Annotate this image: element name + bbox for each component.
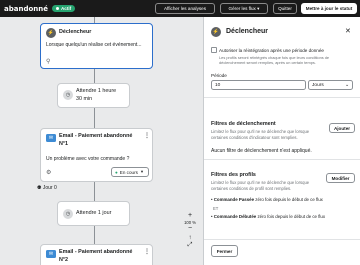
trigger-filters-title: Filtres de déclenchement (211, 121, 276, 127)
zoom-controls: + 100 % − ↑ ⤢ (183, 212, 197, 262)
trigger-card-text: Lorsque quelqu'un réalise cet événement.… (46, 42, 142, 48)
clock-icon: ◷ (63, 209, 73, 219)
close-button[interactable]: Fermer (211, 245, 238, 257)
quit-label: Quitter (278, 6, 292, 11)
status-badge: Actif (51, 5, 76, 12)
filter-icon: ⚲ (46, 59, 51, 65)
more-actions-icon[interactable]: ⋮ (144, 132, 150, 139)
edit-profile-filters-label: Modifier (331, 175, 350, 181)
update-status-label: Mettre à jour le statut (305, 6, 353, 11)
chevron-down-icon: ▾ (140, 169, 144, 174)
zoom-in-icon[interactable]: + (183, 212, 197, 219)
divider (204, 159, 360, 160)
more-actions-icon[interactable]: ⋮ (144, 248, 150, 255)
period-input[interactable]: 10 (211, 80, 306, 90)
close-button-label: Fermer (216, 248, 233, 254)
wait-card-line2: 30 min (76, 96, 93, 102)
email-icon: ✉ (46, 134, 56, 142)
period-unit-select[interactable]: Jours ⌄ (308, 80, 353, 90)
period-label: Période (211, 73, 227, 78)
add-filter-button[interactable]: Ajouter (329, 123, 355, 133)
email-card-subtitle: N°2 (59, 257, 69, 263)
wait-card[interactable]: ◷ Attendre 1 jour (57, 201, 130, 226)
email-card-subject: Un problème avec votre commande ? (46, 156, 130, 162)
status-dot-icon: ● (115, 169, 118, 175)
email-card-title: Email - Paiement abandonné (59, 249, 133, 255)
email-card-subtitle: N°1 (59, 141, 69, 147)
reentry-help: Les profils seront réintégrés chaque foi… (219, 55, 330, 65)
trigger-bolt-icon: ⚡ (211, 27, 221, 37)
connector-line (94, 226, 95, 244)
profile-rule: • Commande Passée zéro fois depuis le dé… (211, 197, 323, 202)
show-analytics-button[interactable]: Afficher les analyses (155, 3, 215, 14)
close-icon[interactable]: ✕ (345, 27, 351, 35)
panel-title: Déclencheur (226, 28, 269, 35)
trigger-filters-help: Limitez le flux pour qu'il ne se déclenc… (211, 129, 310, 140)
quit-button[interactable]: Quitter (273, 3, 297, 14)
trigger-card-title: Déclencheur (59, 29, 92, 35)
profile-rule-name: Commande Passée (213, 197, 255, 202)
connector-line (94, 69, 95, 83)
email-status-value: En cours (119, 169, 138, 175)
connector-line (94, 182, 95, 201)
wait-card[interactable]: ◷ Attendre 1 heure 30 min (57, 83, 130, 108)
wait-card-line1: Attendre 1 heure (76, 88, 117, 94)
fit-view-icon[interactable]: ⤢ (183, 242, 197, 249)
email-card[interactable]: ✉ Email - Paiement abandonné N°1 ⋮ Un pr… (40, 128, 153, 182)
wait-card-line1: Attendre 1 jour (76, 210, 112, 216)
profile-filters-title: Filtres des profils (211, 172, 256, 178)
settings-icon[interactable]: ⚙ (46, 169, 51, 176)
flow-canvas[interactable]: ⚡ Déclencheur Lorsque quelqu'un réalise … (0, 17, 203, 265)
divider (204, 239, 360, 240)
rule-separator: ET (213, 206, 219, 211)
chevron-down-icon: ⌄ (344, 82, 349, 88)
email-icon: ✉ (46, 250, 56, 258)
reentry-checkbox[interactable] (211, 47, 217, 53)
profile-rule-text: zéro fois depuis le début de ce flux (254, 197, 323, 202)
day-label-text: Jour 0 (42, 185, 57, 191)
connector-line (94, 108, 95, 128)
day-label: ⚉ Jour 0 (37, 185, 57, 191)
profile-rule-text: zéro fois depuis le début de ce flux (256, 214, 326, 219)
divider (204, 97, 360, 98)
flow-name[interactable]: abandonné (4, 5, 48, 13)
email-card[interactable]: ✉ Email - Paiement abandonné N°2 ⋮ (40, 244, 153, 265)
email-card-title: Email - Paiement abandonné (59, 133, 133, 139)
email-status-select[interactable]: ● En cours ▾ (111, 167, 149, 177)
period-unit-value: Jours (312, 82, 324, 88)
status-badge-label: Actif (60, 6, 72, 11)
top-bar: abandonné Actif Afficher les analyses Gé… (0, 0, 360, 17)
trigger-card[interactable]: ⚡ Déclencheur Lorsque quelqu'un réalise … (40, 23, 153, 69)
clock-icon: ◷ (63, 90, 73, 100)
profile-rule-name: Commande Débutée (213, 214, 257, 219)
period-value: 10 (215, 82, 221, 88)
profile-filters-help: Limitez le flux pour qu'il ne se déclenc… (211, 180, 310, 191)
show-analytics-label: Afficher les analyses (163, 6, 207, 11)
status-dot-icon (55, 7, 59, 10)
update-status-button[interactable]: Mettre à jour le statut (301, 3, 357, 14)
add-filter-label: Ajouter (333, 125, 351, 131)
trigger-bolt-icon: ⚡ (46, 28, 56, 38)
manage-flow-label: Gérer les flux (228, 6, 256, 11)
reentry-checkbox-label: Autoriser la réintégration après une pér… (219, 48, 324, 53)
zoom-out-icon[interactable]: − (183, 225, 197, 232)
chevron-down-icon: ▾ (257, 5, 260, 11)
trigger-settings-panel: ⚡ Déclencheur ✕ Autoriser la réintégrati… (203, 17, 360, 265)
manage-flow-button[interactable]: Gérer les flux ▾ (220, 3, 268, 14)
day-icon: ⚉ (37, 185, 42, 191)
arrow-up-icon[interactable]: ↑ (183, 235, 197, 241)
edit-profile-filters-button[interactable]: Modifier (326, 173, 355, 183)
profile-rules: • Commande Passée zéro fois depuis le dé… (211, 193, 354, 231)
profile-rule: • Commande Débutée zéro fois depuis le d… (211, 214, 326, 219)
no-filters-text: Aucun filtre de déclenchement n'est appl… (211, 148, 312, 154)
